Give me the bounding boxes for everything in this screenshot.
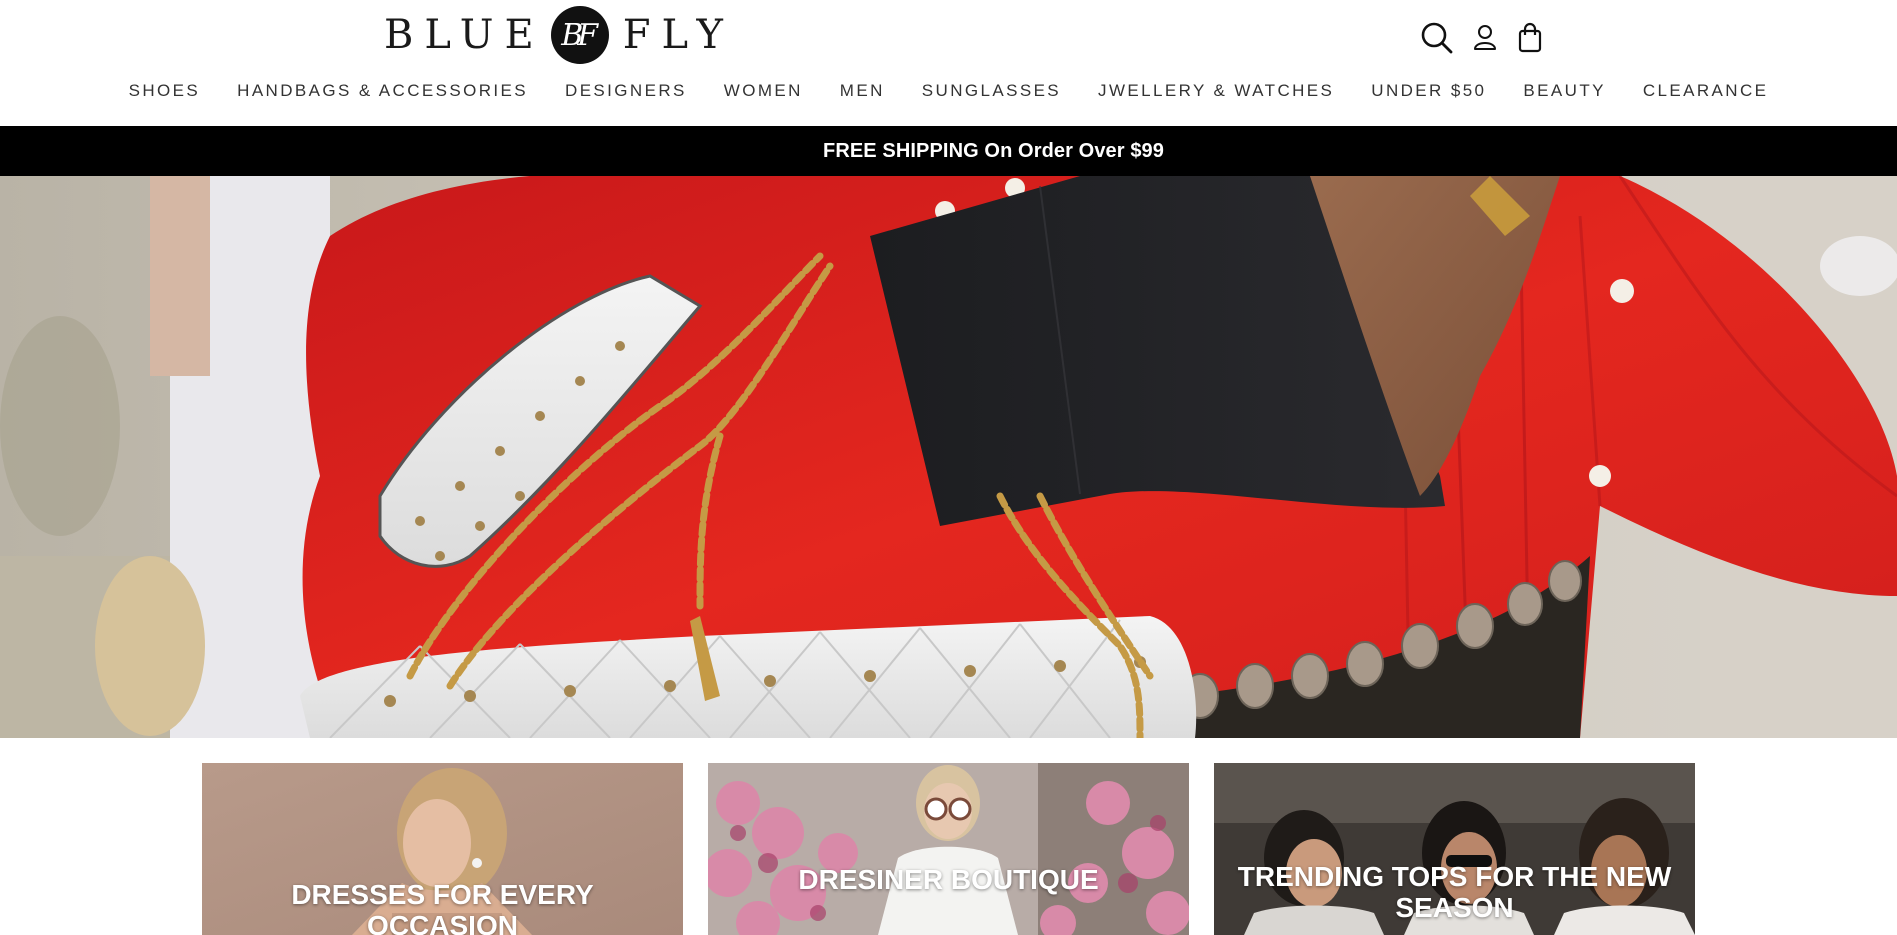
main-navigation: SHOES HANDBAGS & ACCESSORIES DESIGNERS W… [0,78,1897,104]
bluefly-logo[interactable]: BLUE BF FLY [384,4,734,66]
nav-item-women[interactable]: WOMEN [705,81,821,101]
logo-word-left: BLUE [384,12,545,58]
nav-item-jwellery-watches[interactable]: JWELLERY & WATCHES [1080,81,1353,101]
nav-item-beauty[interactable]: BEAUTY [1505,81,1624,101]
hero-image [0,176,1897,738]
account-icon[interactable] [1472,23,1498,53]
category-label-dresses: DRESSES FOR EVERY OCCASION [291,879,594,935]
nav-item-sunglasses[interactable]: SUNGLASSES [903,81,1079,101]
category-label-boutique: DRESINER BOUTIQUE [798,864,1099,895]
nav-item-clearance[interactable]: CLEARANCE [1624,81,1787,101]
logo-monogram: BF [550,6,609,64]
nav-item-designers[interactable]: DESIGNERS [547,81,706,101]
search-icon[interactable] [1420,21,1454,55]
category-tile-boutique[interactable]: DRESINER BOUTIQUE [708,763,1189,935]
site-header: BLUE BF FLY SHOES HANDBAGS & ACCESSORIES [0,0,1897,126]
nav-item-under-50[interactable]: UNDER $50 [1353,81,1505,101]
category-tile-tops[interactable]: TRENDING TOPS FOR THE NEW SEASON [1214,763,1695,935]
shopping-bag-icon[interactable] [1516,22,1544,54]
nav-item-handbags-accessories[interactable]: HANDBAGS & ACCESSORIES [219,81,547,101]
promo-banner: FREE SHIPPING On Order Over $99 [0,126,1897,176]
category-label-tops: TRENDING TOPS FOR THE NEW SEASON [1237,861,1672,923]
category-tile-dresses[interactable]: DRESSES FOR EVERY OCCASION [202,763,683,935]
boutique-tile-image [708,763,1189,935]
promo-text: FREE SHIPPING On Order Over $99 [823,139,1164,162]
nav-item-shoes[interactable]: SHOES [110,81,219,101]
header-icon-group [1420,20,1544,56]
category-tiles: DRESSES FOR EVERY OCCASION DRESINER BOUT… [202,763,1696,935]
hero-banner[interactable] [0,176,1897,738]
nav-item-men[interactable]: MEN [821,81,903,101]
logo-word-right: FLY [622,12,734,58]
